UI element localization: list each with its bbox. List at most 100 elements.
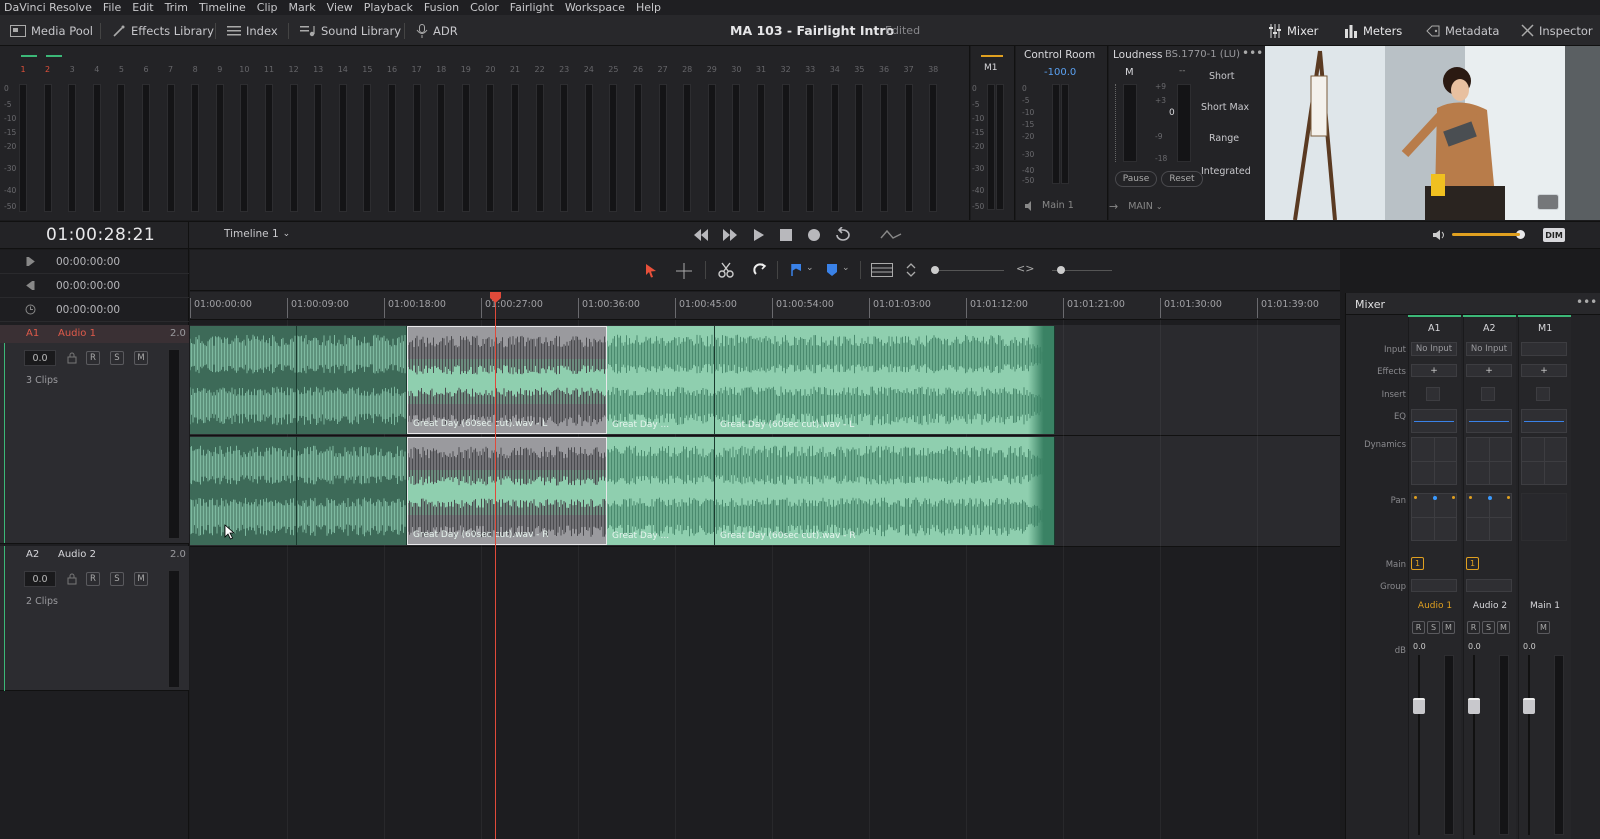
lock-icon[interactable]: [67, 352, 77, 364]
track-a1-record-button[interactable]: R: [86, 351, 100, 365]
effects-library-button[interactable]: Effects Library: [112, 15, 214, 46]
flag-marker-icon[interactable]: [790, 263, 802, 277]
audio-clip[interactable]: Great Day (60sec cut).wav - L: [407, 326, 607, 434]
mixer-dynamics-graph[interactable]: [1521, 437, 1567, 485]
mixer-fader-knob[interactable]: [1523, 698, 1535, 714]
timecode-duration[interactable]: 00:00:00:00: [56, 304, 120, 316]
stop-icon[interactable]: [780, 229, 792, 241]
mixer-effects-add[interactable]: +: [1466, 364, 1512, 377]
audio-clip[interactable]: Great Day (60sec cut).wav - L: [715, 326, 1055, 434]
control-room-output[interactable]: Main 1: [1024, 200, 1074, 211]
metadata-button[interactable]: Metadata: [1426, 15, 1499, 46]
mixer-insert-toggle[interactable]: [1481, 387, 1495, 401]
track-a1-name[interactable]: Audio 1: [58, 328, 96, 339]
menu-item-file[interactable]: File: [103, 1, 121, 14]
mixer-dynamics-graph[interactable]: [1466, 437, 1512, 485]
loop-icon[interactable]: [834, 227, 852, 243]
speaker-volume-icon[interactable]: [1432, 229, 1446, 241]
loudness-options-icon[interactable]: •••: [1242, 46, 1263, 60]
timeline-area[interactable]: ⌄ ⌄ <> 01:00:00:00 01:00:09:00 01:00:18:00…: [190, 250, 1340, 839]
menu-item-davinci-resolve[interactable]: DaVinci Resolve: [4, 1, 92, 14]
menu-item-timeline[interactable]: Timeline: [199, 1, 246, 14]
lock-icon[interactable]: [67, 573, 77, 585]
automation-icon[interactable]: [880, 228, 902, 242]
mixer-group-select[interactable]: [1466, 579, 1512, 592]
track-a2-record-button[interactable]: R: [86, 572, 100, 586]
mixer-effects-add[interactable]: +: [1411, 364, 1457, 377]
vertical-zoom-slider-knob[interactable]: [931, 266, 939, 274]
mixer-options-icon[interactable]: •••: [1576, 295, 1597, 309]
audio-clip[interactable]: Great Day (60sec cut).wav - R: [715, 437, 1055, 545]
play-icon[interactable]: [753, 228, 765, 242]
mixer-fader-knob[interactable]: [1413, 698, 1425, 714]
audio-clip[interactable]: [190, 326, 297, 434]
mixer-m-button[interactable]: M: [1442, 621, 1455, 634]
mixer-input-select[interactable]: No Input: [1411, 342, 1457, 356]
menu-item-mark[interactable]: Mark: [289, 1, 316, 14]
menu-item-fusion[interactable]: Fusion: [424, 1, 459, 14]
mixer-insert-toggle[interactable]: [1536, 387, 1550, 401]
monitor-volume-slider[interactable]: [1452, 233, 1520, 236]
track-header-a1[interactable]: A1 Audio 1 2.0 0.0 R S M 3 Clips: [0, 325, 189, 544]
chevron-down-icon[interactable]: ⌄: [806, 263, 814, 273]
mixer-eq-graph[interactable]: [1521, 409, 1567, 433]
dim-button[interactable]: DIM: [1543, 228, 1565, 242]
audio-clip[interactable]: Great Day ...: [607, 437, 715, 545]
menu-item-view[interactable]: View: [327, 1, 353, 14]
meters-button[interactable]: Meters: [1344, 15, 1402, 46]
loudness-standard[interactable]: BS.1770-1 (LU): [1165, 49, 1240, 60]
track-a2-solo-button[interactable]: S: [110, 572, 124, 586]
playhead[interactable]: [495, 292, 496, 839]
mixer-input-select[interactable]: No Input: [1466, 342, 1512, 356]
timecode-in[interactable]: 00:00:00:00: [56, 256, 120, 268]
loudness-output-selector[interactable]: → MAIN ⌄: [1109, 200, 1163, 213]
menu-item-playback[interactable]: Playback: [364, 1, 413, 14]
mixer-s-button[interactable]: S: [1427, 621, 1440, 634]
menu-item-fairlight[interactable]: Fairlight: [510, 1, 554, 14]
audio-clip[interactable]: [297, 326, 407, 434]
marker-icon[interactable]: [826, 263, 838, 277]
adr-button[interactable]: ADR: [416, 15, 458, 46]
mixer-effects-add[interactable]: +: [1521, 364, 1567, 377]
horizontal-zoom-icon[interactable]: <>: [1016, 262, 1034, 275]
fast-forward-icon[interactable]: [722, 228, 738, 242]
track-height-icon[interactable]: [871, 263, 893, 277]
mixer-r-button[interactable]: R: [1412, 621, 1425, 634]
loudness-pause-button[interactable]: Pause: [1115, 171, 1157, 187]
chevron-down-icon[interactable]: ⌄: [842, 263, 850, 273]
timeline-ruler[interactable]: 01:00:00:00 01:00:09:00 01:00:18:00 01:00:2…: [190, 292, 1340, 320]
audio-clip[interactable]: Great Day (60sec cut).wav - R: [407, 437, 607, 545]
mixer-fader-knob[interactable]: [1468, 698, 1480, 714]
mixer-button[interactable]: Mixer: [1268, 15, 1318, 46]
mixer-insert-toggle[interactable]: [1426, 387, 1440, 401]
playhead-handle-icon[interactable]: [489, 292, 502, 304]
audio-clip[interactable]: [190, 437, 297, 545]
mixer-eq-graph[interactable]: [1411, 409, 1457, 433]
razor-scissors-icon[interactable]: [718, 262, 734, 278]
mixer-dynamics-graph[interactable]: [1411, 437, 1457, 485]
timecode-out[interactable]: 00:00:00:00: [56, 280, 120, 292]
mixer-main-assign[interactable]: 1: [1411, 557, 1424, 570]
pointer-tool-icon[interactable]: [645, 263, 657, 278]
mixer-input-select[interactable]: [1521, 342, 1567, 356]
menu-item-workspace[interactable]: Workspace: [565, 1, 625, 14]
mixer-m-button[interactable]: M: [1537, 621, 1550, 634]
audio-clip[interactable]: Great Day ...: [607, 326, 715, 434]
mark-out-icon[interactable]: [26, 281, 35, 290]
menu-item-color[interactable]: Color: [470, 1, 499, 14]
mixer-s-button[interactable]: S: [1482, 621, 1495, 634]
video-viewer[interactable]: [1265, 46, 1600, 220]
range-tool-icon[interactable]: [676, 263, 692, 279]
track-a2-mute-button[interactable]: M: [134, 572, 148, 586]
track-a1-mute-button[interactable]: M: [134, 351, 148, 365]
mixer-eq-graph[interactable]: [1466, 409, 1512, 433]
menu-item-edit[interactable]: Edit: [132, 1, 153, 14]
menu-item-help[interactable]: Help: [636, 1, 661, 14]
mixer-pan-control[interactable]: [1466, 493, 1512, 541]
snap-link-icon[interactable]: [752, 262, 768, 278]
viewer-pip-icon[interactable]: [1537, 194, 1559, 210]
horizontal-zoom-slider-knob[interactable]: [1057, 266, 1065, 274]
mixer-main-assign[interactable]: 1: [1466, 557, 1479, 570]
timeline-selector[interactable]: Timeline 1 ⌄: [224, 228, 290, 240]
menu-item-trim[interactable]: Trim: [165, 1, 188, 14]
